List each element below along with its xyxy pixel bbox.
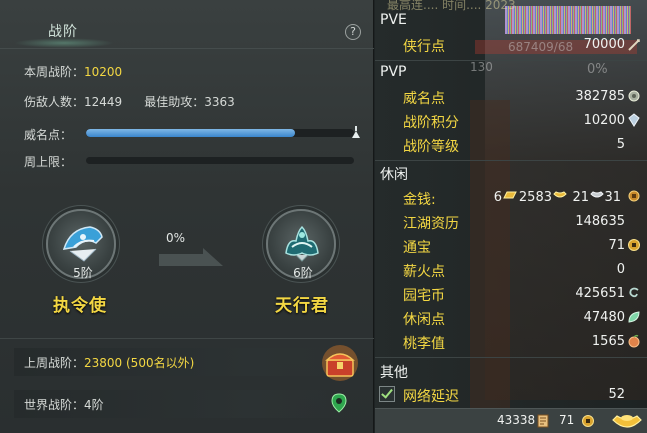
coin-icon bbox=[628, 239, 640, 251]
currency-panel: 最高连.... 时间.... 2023 687409/68 130 0% PVE… bbox=[375, 0, 647, 433]
coin-icon bbox=[582, 415, 594, 427]
background-art bbox=[470, 100, 510, 420]
stats-row: 伤敌人数：12449 最佳助攻：3363 bbox=[24, 93, 235, 110]
section-leisure-title: 休闲 bbox=[380, 167, 408, 183]
row-label-rank-score: 战阶积分 bbox=[403, 115, 459, 131]
cap-marker-icon bbox=[352, 126, 360, 138]
rank-progress-percent: 0% bbox=[166, 231, 186, 245]
checkmark-icon bbox=[381, 386, 393, 399]
row-value-yuanzhai: 425651 bbox=[575, 286, 625, 301]
row-value-xiaxing: 70000 bbox=[583, 37, 625, 52]
row-label-leisure-points: 休闲点 bbox=[403, 312, 445, 328]
silver-ingot-icon bbox=[590, 191, 604, 198]
fan-icon bbox=[62, 226, 103, 262]
scroll-icon bbox=[537, 414, 549, 428]
row-label-xiaxing: 侠行点 bbox=[403, 39, 445, 55]
reward-chest-icon[interactable] bbox=[318, 344, 362, 382]
row-label-money: 金钱: bbox=[403, 192, 436, 208]
copper-coin-icon bbox=[628, 190, 640, 202]
row-value-leisure-points: 47480 bbox=[583, 310, 625, 325]
row-label-jianghu: 江湖资历 bbox=[403, 216, 459, 232]
divider bbox=[375, 160, 647, 161]
help-icon[interactable]: ? bbox=[345, 24, 361, 40]
section-pvp-title: PVP bbox=[380, 64, 407, 80]
prestige-bar bbox=[86, 129, 354, 137]
section-pve-title: PVE bbox=[380, 12, 407, 28]
location-pin-icon[interactable] bbox=[331, 393, 347, 413]
row-label-latency: 网络延迟 bbox=[403, 389, 459, 405]
money-silver-ingot: 21 bbox=[572, 190, 589, 205]
progress-arrow-icon bbox=[159, 248, 223, 266]
divider bbox=[375, 60, 647, 61]
prestige-bar-fill bbox=[86, 129, 296, 137]
ghost-text: 0% bbox=[587, 62, 608, 77]
swirl-icon bbox=[629, 287, 639, 298]
rank-panel-header: 战阶 ? bbox=[0, 18, 374, 48]
prestige-label: 威名点： bbox=[24, 128, 73, 142]
divider bbox=[0, 48, 374, 49]
row-label-tongbao: 通宝 bbox=[403, 240, 431, 256]
peach-icon bbox=[628, 334, 640, 348]
bottom-left-value: 43338 bbox=[497, 413, 536, 427]
bottom-status-bar: 43338 71 bbox=[375, 408, 647, 433]
current-rank-name: 执令使 bbox=[53, 296, 107, 316]
row-label-taoli: 桃李值 bbox=[403, 336, 445, 352]
gear-flower-icon bbox=[628, 90, 640, 102]
row-label-xinhuo: 薪火点 bbox=[403, 264, 445, 280]
weekly-rank-value: 10200 bbox=[84, 65, 123, 79]
row-value-rank-level: 5 bbox=[616, 137, 625, 152]
wounded-label: 伤敌人数： bbox=[24, 95, 85, 109]
world-rank-label: 世界战阶： bbox=[24, 398, 85, 412]
wounded-value: 12449 bbox=[84, 95, 123, 109]
divider bbox=[0, 338, 374, 339]
rank-panel: 战阶 ? 本周战阶：10200 伤敌人数：12449 最佳助攻：3363 威名点：… bbox=[0, 0, 374, 433]
next-rank-name: 天行君 bbox=[275, 296, 329, 316]
row-value-tongbao: 71 bbox=[608, 238, 625, 253]
crystal-icon bbox=[628, 113, 640, 127]
row-value-rank-score: 10200 bbox=[583, 113, 625, 128]
ghost-text: 130 bbox=[470, 60, 493, 74]
world-rank-value: 4阶 bbox=[84, 398, 104, 412]
gold-bar-icon bbox=[503, 191, 517, 199]
row-value-jianghu: 148635 bbox=[575, 214, 625, 229]
current-rank-tier: 5阶 bbox=[73, 266, 93, 280]
background-art bbox=[505, 6, 631, 34]
last-week-row: 上周战阶：23800 (500名以外) bbox=[24, 354, 194, 371]
row-label-yuanzhai: 园宅币 bbox=[403, 288, 445, 304]
gold-ingot-icon[interactable] bbox=[611, 410, 643, 432]
section-other-title: 其他 bbox=[380, 365, 408, 381]
row-value-xinhuo: 0 bbox=[616, 262, 625, 277]
panel-title: 战阶 bbox=[48, 24, 78, 40]
crown-icon bbox=[285, 225, 319, 262]
latency-checkbox[interactable] bbox=[379, 386, 395, 402]
slash-icon bbox=[628, 39, 640, 51]
row-value-latency: 52 bbox=[608, 387, 625, 402]
last-week-value: 23800 (500名以外) bbox=[84, 356, 195, 370]
row-value-prestige: 382785 bbox=[575, 89, 625, 104]
assist-value: 3363 bbox=[204, 95, 235, 109]
row-label-rank-level: 战阶等级 bbox=[403, 139, 459, 155]
leaf-icon bbox=[628, 311, 640, 323]
divider bbox=[375, 357, 647, 358]
row-value-taoli: 1565 bbox=[591, 334, 625, 349]
world-rank-row: 世界战阶：4阶 bbox=[24, 396, 104, 413]
next-rank-tier: 6阶 bbox=[293, 266, 313, 280]
money-copper: 31 bbox=[604, 190, 621, 205]
assist-label: 最佳助攻： bbox=[144, 95, 205, 109]
money-gold-bars: 6 bbox=[493, 190, 502, 205]
weekly-rank-row: 本周战阶：10200 bbox=[24, 63, 122, 80]
row-label-prestige: 威名点 bbox=[403, 91, 445, 107]
weekly-cap-bar bbox=[86, 157, 354, 164]
last-week-label: 上周战阶： bbox=[24, 356, 85, 370]
weekly-cap-label: 周上限： bbox=[24, 155, 73, 169]
gold-ingot-icon bbox=[553, 191, 567, 198]
weekly-rank-label: 本周战阶： bbox=[24, 65, 85, 79]
money-gold-ingot: 2583 bbox=[518, 190, 552, 205]
bottom-right-value: 71 bbox=[559, 413, 575, 427]
